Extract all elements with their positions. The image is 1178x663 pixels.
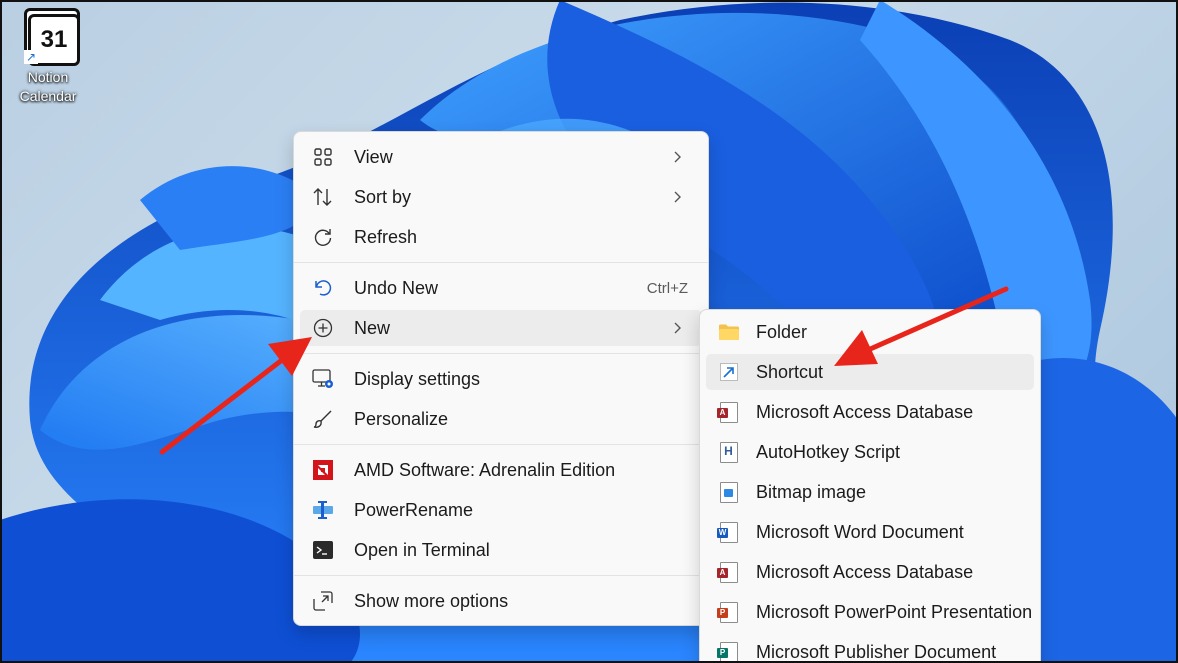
autohotkey-icon: H — [718, 441, 740, 463]
desktop[interactable]: 31 ↗ Notion Calendar View Sort by Refres… — [0, 0, 1178, 663]
chevron-right-icon — [674, 151, 686, 163]
submenu-item-label: AutoHotkey Script — [756, 441, 901, 462]
menu-separator — [294, 262, 708, 263]
submenu-item-autohotkey-script[interactable]: H AutoHotkey Script — [706, 434, 1034, 470]
submenu-item-label: Microsoft PowerPoint Presentation — [756, 601, 1033, 622]
show-more-icon — [312, 590, 334, 612]
brush-icon — [312, 408, 334, 430]
chevron-right-icon — [674, 322, 686, 334]
menu-item-label: New — [354, 317, 391, 338]
plus-circle-icon — [312, 317, 334, 339]
power-rename-icon — [312, 499, 334, 521]
submenu-item-publisher-document[interactable]: P Microsoft Publisher Document — [706, 634, 1034, 663]
amd-icon — [312, 459, 334, 481]
folder-icon — [718, 321, 740, 343]
menu-item-sort-by[interactable]: Sort by — [300, 179, 702, 215]
menu-item-refresh[interactable]: Refresh — [300, 219, 702, 255]
menu-item-label: Sort by — [354, 186, 412, 207]
submenu-item-powerpoint-presentation[interactable]: P Microsoft PowerPoint Presentation — [706, 594, 1034, 630]
shortcut-icon — [718, 361, 740, 383]
menu-item-amd-software[interactable]: AMD Software: Adrenalin Edition — [300, 452, 702, 488]
bitmap-icon — [718, 481, 740, 503]
submenu-item-label: Microsoft Publisher Document — [756, 641, 997, 662]
terminal-icon — [312, 539, 334, 561]
menu-item-label: Open in Terminal — [354, 539, 490, 560]
menu-item-label: PowerRename — [354, 499, 474, 520]
submenu-item-word-document[interactable]: W Microsoft Word Document — [706, 514, 1034, 550]
submenu-item-label: Microsoft Access Database — [756, 401, 974, 422]
submenu-item-bitmap-image[interactable]: Bitmap image — [706, 474, 1034, 510]
grid-view-icon — [312, 146, 334, 168]
menu-item-display-settings[interactable]: Display settings — [300, 361, 702, 397]
submenu-item-access-database[interactable]: A Microsoft Access Database — [706, 394, 1034, 430]
menu-item-label: Show more options — [354, 590, 509, 611]
access-icon: A — [717, 561, 740, 583]
menu-item-personalize[interactable]: Personalize — [300, 401, 702, 437]
menu-item-label: View — [354, 146, 393, 167]
menu-item-view[interactable]: View — [300, 139, 702, 175]
menu-item-undo-new[interactable]: Undo New Ctrl+Z — [300, 270, 702, 306]
menu-item-label: AMD Software: Adrenalin Edition — [354, 459, 616, 480]
word-icon: W — [717, 521, 740, 543]
notion-calendar-icon: 31 ↗ — [20, 8, 80, 66]
menu-item-new[interactable]: New — [300, 310, 702, 346]
shortcut-arrow-icon: ↗ — [24, 50, 38, 64]
menu-item-label: Refresh — [354, 226, 418, 247]
undo-icon — [312, 277, 334, 299]
refresh-icon — [312, 226, 334, 248]
new-submenu: Folder Shortcut A Microsoft Access Datab… — [699, 309, 1041, 663]
menu-separator — [294, 444, 708, 445]
powerpoint-icon: P — [717, 601, 740, 623]
menu-separator — [294, 575, 708, 576]
sort-icon — [312, 186, 334, 208]
display-settings-icon — [312, 368, 334, 390]
access-icon: A — [717, 401, 740, 423]
chevron-right-icon — [674, 191, 686, 203]
submenu-item-shortcut[interactable]: Shortcut — [706, 354, 1034, 390]
desktop-context-menu: View Sort by Refresh Undo New Ctrl+Z New… — [293, 131, 709, 626]
submenu-item-label: Bitmap image — [756, 481, 867, 502]
publisher-icon: P — [717, 641, 740, 663]
submenu-item-label: Folder — [756, 321, 808, 342]
menu-item-open-in-terminal[interactable]: Open in Terminal — [300, 532, 702, 568]
menu-item-powerrename[interactable]: PowerRename — [300, 492, 702, 528]
submenu-item-label: Shortcut — [756, 361, 824, 382]
menu-item-show-more-options[interactable]: Show more options — [300, 583, 702, 619]
submenu-item-folder[interactable]: Folder — [706, 314, 1034, 350]
submenu-item-label: Microsoft Access Database — [756, 561, 974, 582]
submenu-item-access-database-2[interactable]: A Microsoft Access Database — [706, 554, 1034, 590]
notion-calendar-shortcut[interactable]: 31 ↗ Notion Calendar — [12, 8, 84, 106]
keyboard-shortcut: Ctrl+Z — [646, 279, 688, 297]
shortcut-label-line1: Notion — [27, 69, 69, 85]
menu-separator — [294, 353, 708, 354]
menu-item-label: Undo New — [354, 277, 439, 298]
shortcut-label-line2: Calendar — [19, 88, 77, 104]
shortcut-label: Notion Calendar — [12, 68, 84, 106]
submenu-item-label: Microsoft Word Document — [756, 521, 964, 542]
menu-item-label: Display settings — [354, 368, 481, 389]
menu-item-label: Personalize — [354, 408, 449, 429]
